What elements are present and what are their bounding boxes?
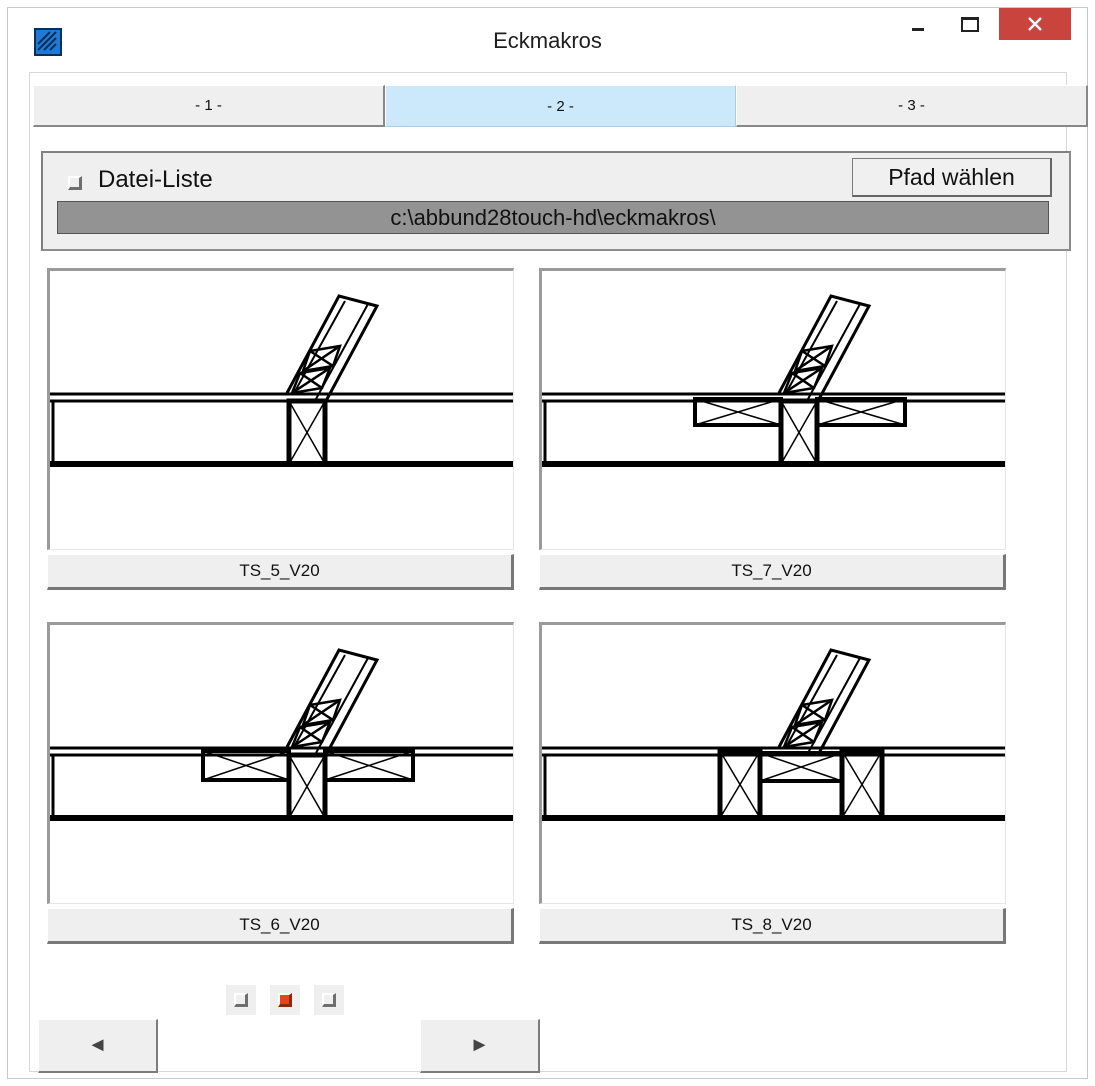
minimize-button[interactable] bbox=[898, 8, 938, 40]
page-indicator-2[interactable] bbox=[270, 985, 300, 1015]
page-indicator-3[interactable] bbox=[314, 985, 344, 1015]
path-panel: Datei-Liste Pfad wählen c:\abbund28touch… bbox=[41, 151, 1071, 251]
macro-button[interactable]: TS_5_V20 bbox=[47, 554, 514, 590]
next-page-button[interactable]: ► bbox=[420, 1019, 540, 1073]
client-area: - 1 - - 2 - - 3 - Datei-Liste Pfad wähle… bbox=[29, 72, 1088, 1073]
file-list-checkbox[interactable] bbox=[68, 176, 82, 190]
main-window: Eckmakros - 1 - - 2 - - 3 - Datei-Liste … bbox=[7, 7, 1088, 1079]
page-indicator-box bbox=[278, 993, 292, 1007]
file-list-label[interactable]: Datei-Liste bbox=[98, 166, 213, 194]
macro-preview-ts6[interactable] bbox=[47, 622, 514, 904]
close-icon bbox=[1028, 17, 1042, 31]
tab-3[interactable]: - 3 - bbox=[736, 85, 1088, 127]
corner-joint-drawing bbox=[50, 294, 513, 467]
page-indicator-box bbox=[234, 993, 248, 1007]
corner-joint-drawing bbox=[50, 648, 513, 821]
tab-1[interactable]: - 1 - bbox=[33, 85, 385, 127]
corner-joint-drawing bbox=[542, 648, 1005, 821]
close-button[interactable] bbox=[999, 8, 1071, 40]
macro-button[interactable]: TS_8_V20 bbox=[539, 908, 1006, 944]
macro-button[interactable]: TS_6_V20 bbox=[47, 908, 514, 944]
previous-page-button[interactable]: ◄ bbox=[38, 1019, 158, 1073]
tab-2[interactable]: - 2 - bbox=[385, 85, 736, 127]
path-display: c:\abbund28touch-hd\eckmakros\ bbox=[57, 201, 1049, 234]
macro-button[interactable]: TS_7_V20 bbox=[539, 554, 1006, 590]
choose-path-button[interactable]: Pfad wählen bbox=[852, 158, 1052, 197]
arrow-left-icon: ◄ bbox=[87, 1034, 108, 1056]
arrow-right-icon: ► bbox=[469, 1034, 490, 1056]
title-bar[interactable]: Eckmakros bbox=[8, 8, 1087, 72]
macro-preview-ts7[interactable] bbox=[539, 268, 1006, 550]
macro-preview-ts5[interactable] bbox=[47, 268, 514, 550]
macro-preview-ts8[interactable] bbox=[539, 622, 1006, 904]
maximize-button[interactable] bbox=[950, 8, 990, 40]
page-indicator-box bbox=[322, 993, 336, 1007]
minimize-icon bbox=[912, 27, 924, 31]
corner-joint-drawing bbox=[542, 294, 1005, 467]
tab-bar: - 1 - - 2 - - 3 - bbox=[33, 85, 1088, 127]
maximize-icon bbox=[961, 16, 979, 32]
page-indicator-1[interactable] bbox=[226, 985, 256, 1015]
